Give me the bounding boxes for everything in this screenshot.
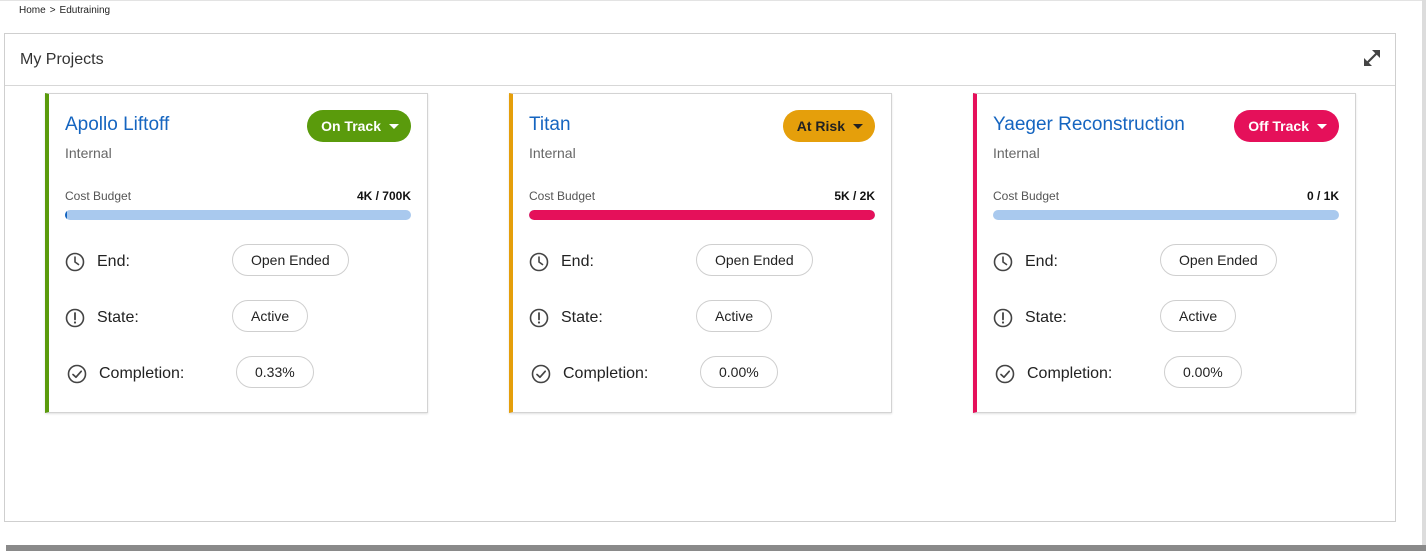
state-label: State: xyxy=(561,309,603,326)
project-type: Internal xyxy=(65,145,112,161)
my-projects-panel: My Projects Apollo Liftoff Internal On T… xyxy=(4,33,1396,522)
end-label: End: xyxy=(561,253,594,270)
status-label: Off Track xyxy=(1248,118,1309,134)
panel-header: My Projects xyxy=(5,34,1395,86)
state-value: Active xyxy=(232,300,309,332)
project-type: Internal xyxy=(993,145,1040,161)
panel-title: My Projects xyxy=(20,51,104,68)
state-row: State: xyxy=(993,302,1067,334)
project-card-titan: Titan Internal At Risk Cost Budget 5K / … xyxy=(509,93,892,413)
right-scroll-edge xyxy=(1422,0,1426,551)
caret-down-icon xyxy=(1317,123,1327,129)
end-row: End: xyxy=(65,246,130,278)
end-value: Open Ended xyxy=(1160,244,1277,276)
end-row: End: xyxy=(993,246,1058,278)
state-value: Active xyxy=(696,300,773,332)
clock-icon xyxy=(529,252,549,272)
breadcrumb-home[interactable]: Home xyxy=(19,5,46,16)
completion-label: Completion: xyxy=(99,365,185,382)
clock-icon xyxy=(65,252,85,272)
check-circle-icon xyxy=(995,364,1015,384)
completion-row: Completion: xyxy=(529,358,648,390)
exclamation-circle-icon xyxy=(529,308,549,328)
cost-budget-bar-fill xyxy=(65,210,68,220)
completion-label: Completion: xyxy=(563,365,649,382)
completion-label: Completion: xyxy=(1027,365,1113,382)
cost-budget-bar-fill xyxy=(529,210,875,220)
cost-budget-value: 0 / 1K xyxy=(1306,189,1339,203)
end-label: End: xyxy=(97,253,130,270)
cost-budget-label: Cost Budget xyxy=(529,189,596,203)
state-label: State: xyxy=(97,309,139,326)
project-title[interactable]: Yaeger Reconstruction xyxy=(993,114,1185,136)
state-row: State: xyxy=(65,302,139,334)
project-title[interactable]: Apollo Liftoff xyxy=(65,114,169,136)
completion-row: Completion: xyxy=(993,358,1112,390)
completion-row: Completion: xyxy=(65,358,184,390)
exclamation-circle-icon xyxy=(993,308,1013,328)
completion-value: 0.00% xyxy=(700,356,778,388)
caret-down-icon xyxy=(853,123,863,129)
bottom-scrollbar[interactable] xyxy=(6,545,1426,551)
cost-budget-bar xyxy=(993,210,1339,220)
end-row: End: xyxy=(529,246,594,278)
breadcrumb-current: Edutraining xyxy=(59,5,111,16)
cost-budget-value: 4K / 700K xyxy=(356,189,411,203)
top-divider xyxy=(0,0,1426,1)
cost-budget-label: Cost Budget xyxy=(65,189,132,203)
project-card-apollo-liftoff: Apollo Liftoff Internal On Track Cost Bu… xyxy=(45,93,428,413)
status-dropdown-button[interactable]: On Track xyxy=(307,110,411,142)
exclamation-circle-icon xyxy=(65,308,85,328)
end-value: Open Ended xyxy=(696,244,813,276)
check-circle-icon xyxy=(531,364,551,384)
caret-down-icon xyxy=(389,123,399,129)
check-circle-icon xyxy=(67,364,87,384)
end-value: Open Ended xyxy=(232,244,349,276)
breadcrumb: Home > Edutraining xyxy=(19,5,110,16)
status-label: At Risk xyxy=(796,118,845,134)
clock-icon xyxy=(993,252,1013,272)
status-label: On Track xyxy=(321,118,381,134)
cost-budget-value: 5K / 2K xyxy=(834,189,875,203)
breadcrumb-separator: > xyxy=(49,5,56,16)
end-label: End: xyxy=(1025,253,1058,270)
completion-value: 0.33% xyxy=(236,356,314,388)
expand-arrows-icon[interactable] xyxy=(1361,47,1383,69)
project-type: Internal xyxy=(529,145,576,161)
cost-budget-label: Cost Budget xyxy=(993,189,1060,203)
status-dropdown-button[interactable]: Off Track xyxy=(1234,110,1339,142)
project-title[interactable]: Titan xyxy=(529,114,571,136)
project-card-yaeger-reconstruction: Yaeger Reconstruction Internal Off Track… xyxy=(973,93,1356,413)
cost-budget-bar xyxy=(529,210,875,220)
completion-value: 0.00% xyxy=(1164,356,1242,388)
state-label: State: xyxy=(1025,309,1067,326)
state-value: Active xyxy=(1160,300,1237,332)
cost-budget-bar xyxy=(65,210,411,220)
state-row: State: xyxy=(529,302,603,334)
status-dropdown-button[interactable]: At Risk xyxy=(782,110,875,142)
